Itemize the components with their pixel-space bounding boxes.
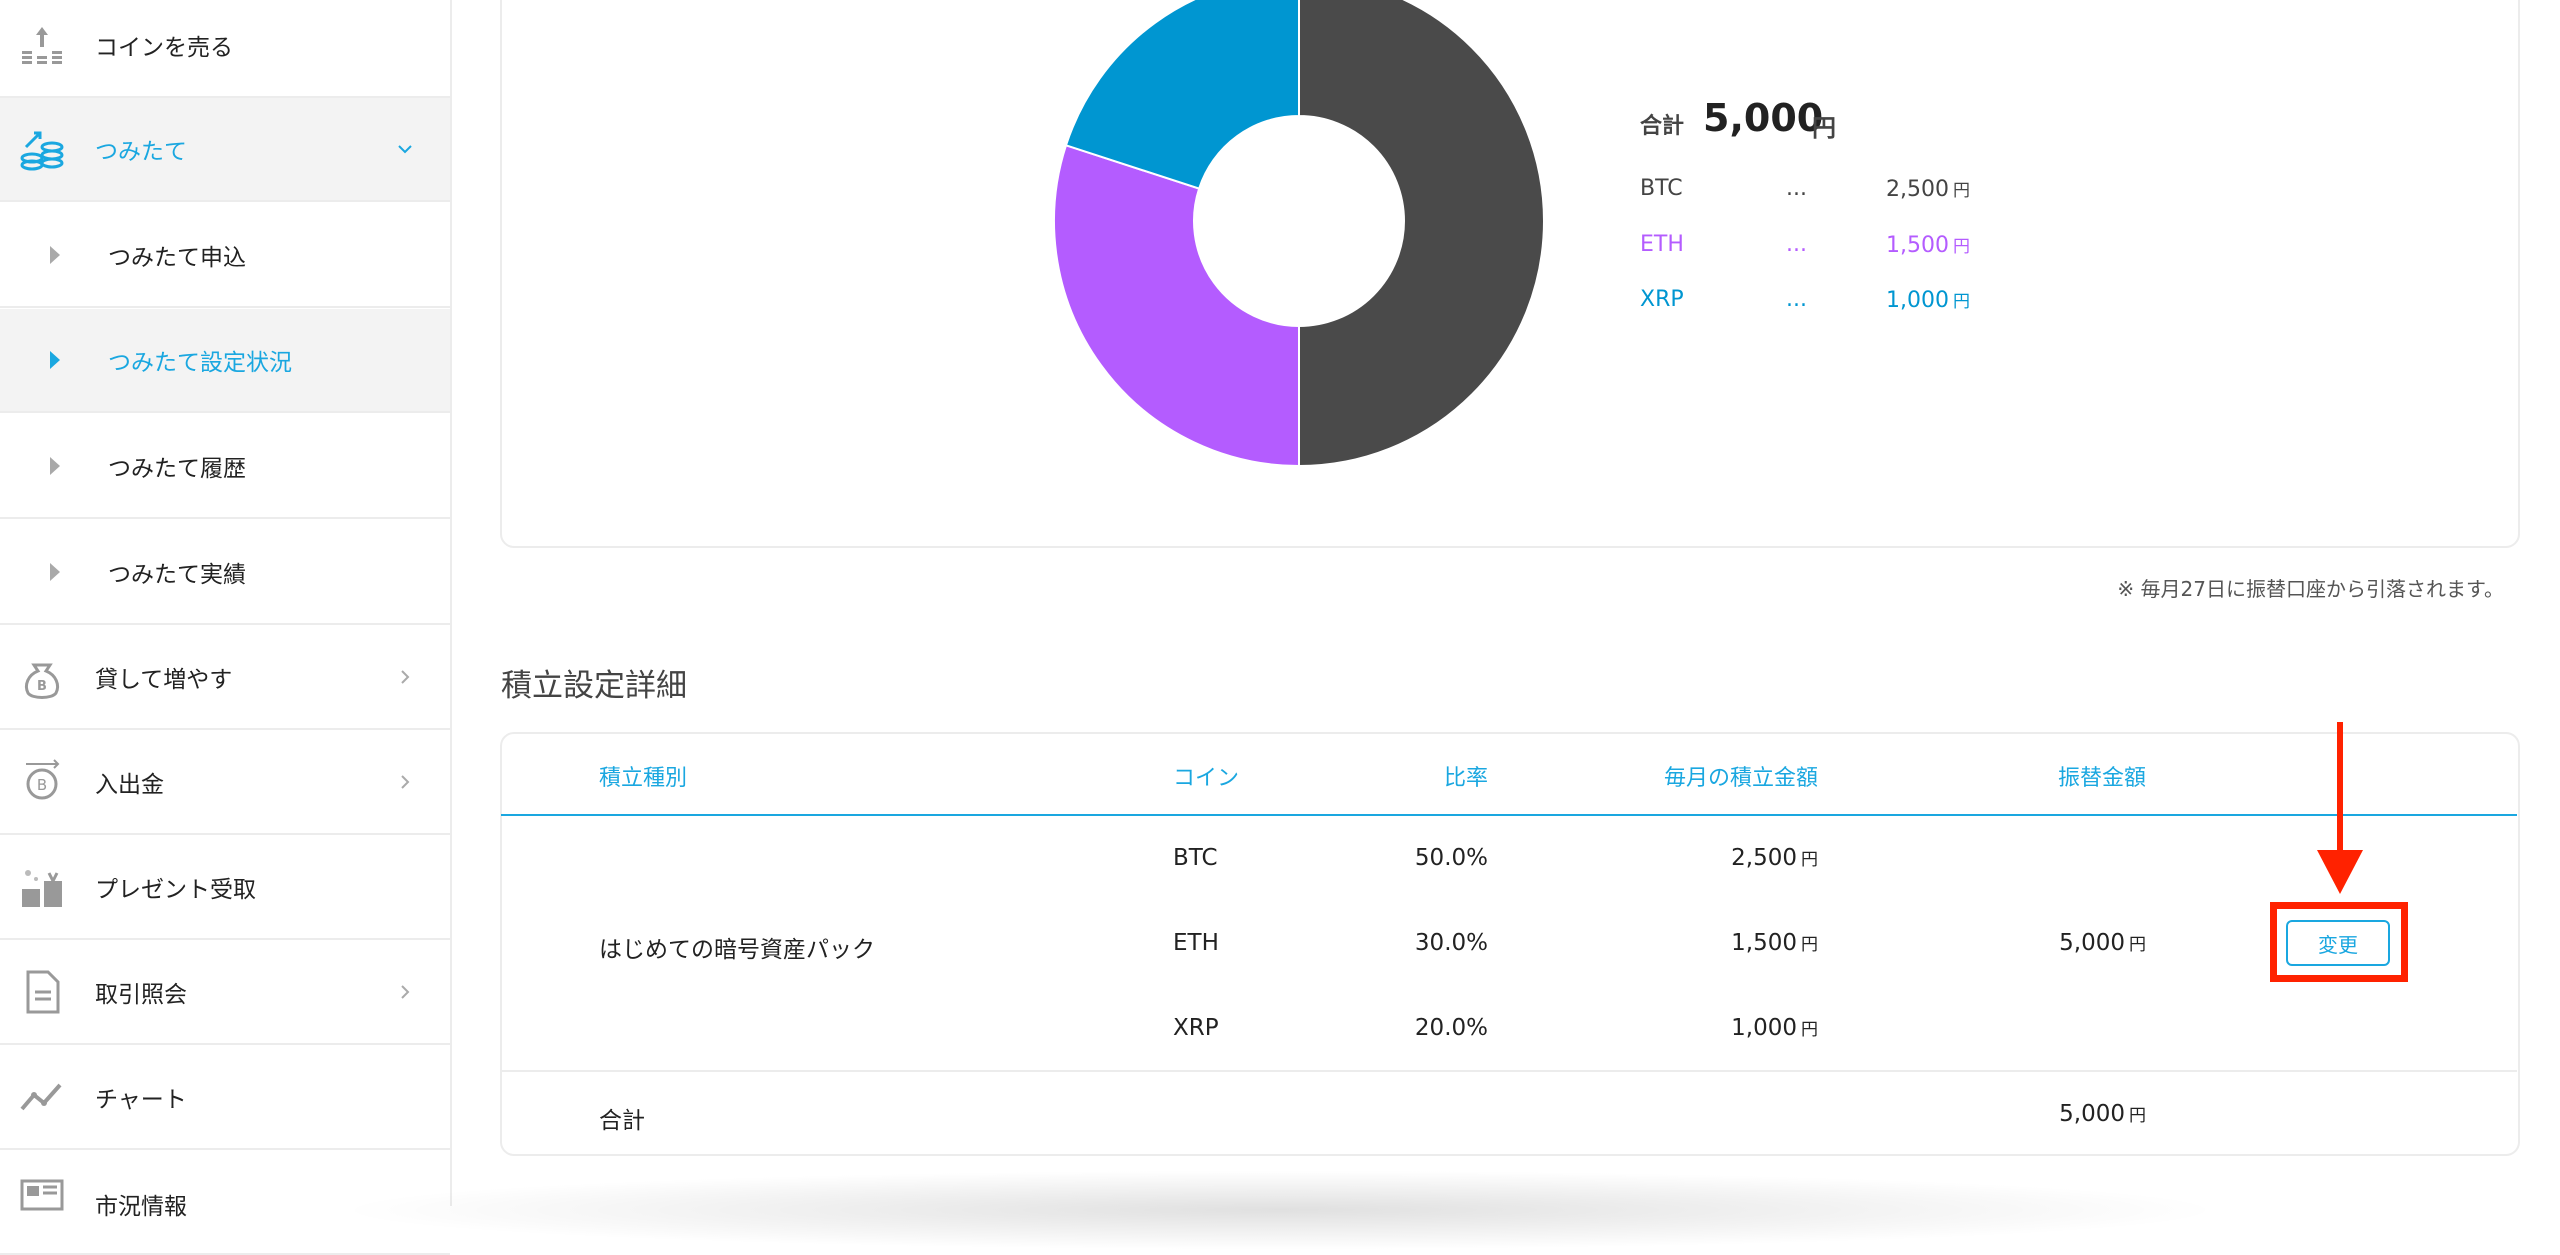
chevron-right-icon [401, 670, 410, 684]
row-amount-unit: 円 [1801, 1020, 1818, 1040]
sidebar-item-tsumitate[interactable]: つみたて [0, 98, 450, 202]
chevron-down-icon [398, 145, 412, 154]
total-divider [501, 1070, 2517, 1072]
transfer-amount-value: 5,000 [2059, 930, 2125, 956]
legend-value: 2,500 [1886, 177, 1949, 202]
legend-unit: 円 [1952, 181, 1970, 201]
row-amount: 2,500 円 [1731, 845, 1818, 871]
sidebar-item-label: プレゼント受取 [95, 877, 256, 903]
sidebar-item-label: つみたて申込 [108, 245, 246, 271]
donut-slice-eth [1053, 144, 1300, 468]
coin-transfer-icon: B [26, 759, 60, 800]
legend-symbol: XRP [1640, 287, 1684, 312]
sidebar-item-label: 取引照会 [95, 982, 187, 1008]
total-amount-unit: 円 [2129, 1106, 2146, 1126]
annotation-arrow-shaft [2337, 722, 2343, 852]
sidebar-item-label: 入出金 [95, 772, 164, 798]
column-header-ratio: 比率 [1443, 766, 1488, 791]
sidebar-item-transactions[interactable]: 取引照会 [0, 941, 450, 1045]
legend-total-unit: 円 [1812, 114, 1836, 142]
row-coin: BTC [1173, 845, 1218, 871]
legend-unit: 円 [1952, 292, 1970, 312]
section-title: 積立設定詳細 [501, 668, 687, 704]
sidebar-item-label: つみたて [95, 139, 187, 165]
sidebar-item-tsumitate-results[interactable]: つみたて実績 [0, 521, 450, 625]
sidebar-item-deposit-withdraw[interactable]: B 入出金 [0, 731, 450, 835]
debit-note: ※ 毎月27日に振替口座から引落されます。 [2117, 577, 2504, 601]
legend-total-value: 5,000 [1703, 96, 1824, 140]
row-ratio: 20.0% [1414, 1015, 1488, 1041]
newspaper-icon [20, 1179, 64, 1211]
sidebar-item-label: つみたて実績 [108, 562, 246, 588]
donut-slice-btc [1298, 0, 1545, 468]
sidebar-item-sell-coin[interactable]: コインを売る [0, 0, 450, 98]
column-header-transfer-amount: 振替金額 [2057, 766, 2146, 791]
column-header-monthly-amount: 毎月の積立金額 [1663, 766, 1818, 791]
transfer-amount: 5,000 円 [2059, 930, 2146, 956]
sidebar-item-lending[interactable]: B 貸して増やす [0, 626, 450, 730]
triangle-right-icon [50, 457, 60, 475]
row-amount: 1,000 円 [1731, 1015, 1818, 1041]
svg-text:B: B [37, 679, 47, 694]
sidebar-item-present[interactable]: プレゼント受取 [0, 836, 450, 940]
row-amount-unit: 円 [1801, 935, 1818, 955]
svg-text:B: B [37, 776, 47, 794]
sell-coin-icon [22, 27, 62, 64]
triangle-right-icon [50, 246, 60, 264]
row-amount-unit: 円 [1801, 850, 1818, 870]
row-ratio: 50.0% [1414, 845, 1488, 871]
money-bag-icon: B [24, 663, 60, 699]
sidebar-item-label: チャート [95, 1087, 187, 1113]
bottom-shadow [330, 1170, 2230, 1250]
row-coin: XRP [1173, 1015, 1219, 1041]
allocation-donut-chart [1053, 0, 1545, 468]
legend-symbol: ETH [1640, 232, 1684, 257]
total-amount: 5,000 円 [2059, 1101, 2146, 1127]
sidebar-item-tsumitate-settings[interactable]: つみたて設定状況 [0, 309, 450, 413]
legend-dots: ... [1786, 176, 1807, 201]
sidebar-item-tsumitate-history[interactable]: つみたて履歴 [0, 415, 450, 519]
chevron-right-icon [401, 775, 410, 789]
row-coin: ETH [1173, 930, 1219, 956]
sidebar-item-label: つみたて履歴 [108, 456, 246, 482]
sidebar-item-label: コインを売る [95, 35, 233, 61]
sidebar-item-label: 市況情報 [95, 1194, 187, 1220]
line-chart-icon [20, 1083, 62, 1111]
legend-value: 1,500 [1886, 233, 1949, 258]
column-header-coin: コイン [1173, 766, 1240, 791]
annotation-highlight-box [2270, 902, 2408, 982]
legend-dots: ... [1786, 232, 1807, 257]
sidebar-item-label: 貸して増やす [95, 667, 233, 693]
plan-name: はじめての暗号資産パック [599, 937, 875, 963]
chevron-right-icon [401, 985, 410, 999]
row-amount-value: 2,500 [1731, 845, 1797, 871]
gift-icon [22, 870, 62, 907]
sidebar-item-tsumitate-apply[interactable]: つみたて申込 [0, 204, 450, 308]
total-amount-value: 5,000 [2059, 1101, 2125, 1127]
legend-symbol: BTC [1640, 176, 1683, 201]
sidebar-item-label: つみたて設定状況 [108, 350, 292, 376]
row-amount-value: 1,500 [1731, 930, 1797, 956]
legend-dots: ... [1786, 287, 1807, 312]
legend-unit: 円 [1952, 237, 1970, 257]
legend-total-label: 合計 [1640, 114, 1685, 139]
row-amount: 1,500 円 [1731, 930, 1818, 956]
sidebar: コインを売る つみたて つみたて申込 つみたて設定状況 つみたて履歴 つみたて実… [0, 0, 452, 1255]
row-amount-value: 1,000 [1731, 1015, 1797, 1041]
sidebar-item-chart[interactable]: チャート [0, 1046, 450, 1150]
column-header-type: 積立種別 [599, 766, 688, 791]
row-ratio: 30.0% [1414, 930, 1488, 956]
triangle-right-icon [50, 563, 60, 581]
transfer-amount-unit: 円 [2129, 935, 2146, 955]
total-label: 合計 [599, 1108, 645, 1134]
annotation-arrow-head [2317, 850, 2363, 894]
triangle-right-icon [50, 351, 60, 369]
legend-value: 1,000 [1886, 288, 1949, 313]
coins-stack-icon [20, 131, 64, 171]
document-icon [26, 970, 60, 1014]
header-divider [501, 814, 2517, 816]
